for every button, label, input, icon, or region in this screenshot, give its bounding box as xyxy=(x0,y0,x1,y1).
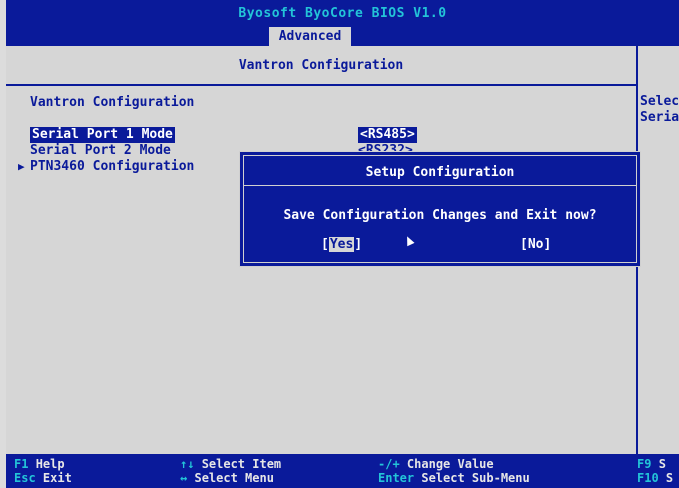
footer-item-help: F1 Help xyxy=(14,457,65,471)
submenu-arrow-icon: ▶ xyxy=(18,160,25,173)
dialog-question: Save Configuration Changes and Exit now? xyxy=(283,208,597,223)
dialog-title: Setup Configuration xyxy=(365,165,515,180)
yes-button[interactable]: [Yes] xyxy=(321,237,362,252)
setup-configuration-dialog: Setup Configuration Save Configuration C… xyxy=(239,151,641,267)
panel-header-title: Vantron Configuration xyxy=(238,58,404,73)
footer-keybar: F1 Help ↑↓ Select Item -/+ Change Value … xyxy=(6,454,679,488)
footer-item-select-sub-menu: Enter Select Sub-Menu xyxy=(378,471,530,485)
footer-item-select-item: ↑↓ Select Item xyxy=(180,457,282,471)
footer-item-f10: F10 S xyxy=(637,471,674,485)
yes-label: Yes xyxy=(328,237,355,252)
serial-port-2-mode-label[interactable]: Serial Port 2 Mode xyxy=(30,143,171,159)
help-line: Selec xyxy=(640,94,679,109)
help-line: Seria xyxy=(640,110,679,125)
footer-item-f9: F9 S xyxy=(637,457,666,471)
yes-bracket-open: [ xyxy=(321,237,329,252)
bios-title: Byosoft ByoCore BIOS V1.0 xyxy=(238,6,447,21)
bios-screen: Byosoft ByoCore BIOS V1.0 Advanced Vantr… xyxy=(6,0,679,488)
ptn3460-configuration-item[interactable]: PTN3460 Configuration xyxy=(30,159,194,175)
section-title: Vantron Configuration xyxy=(30,95,195,110)
yes-bracket-close: ] xyxy=(354,237,363,252)
footer-item-change-value: -/+ Change Value xyxy=(378,457,494,471)
footer-item-exit: Esc Exit xyxy=(14,471,72,485)
serial-port-1-mode-label[interactable]: Serial Port 1 Mode xyxy=(30,127,175,143)
serial-port-1-mode-value[interactable]: <RS485> xyxy=(358,127,417,143)
dialog-divider xyxy=(243,185,637,186)
footer-item-select-menu: ↔ Select Menu xyxy=(180,471,274,485)
help-panel: Selec Seria xyxy=(640,94,679,126)
panel-header: Vantron Configuration xyxy=(6,46,636,86)
tab-advanced[interactable]: Advanced xyxy=(269,27,351,46)
no-button[interactable]: [No] xyxy=(520,237,551,252)
bios-topbar: Byosoft ByoCore BIOS V1.0 Advanced xyxy=(6,0,679,46)
